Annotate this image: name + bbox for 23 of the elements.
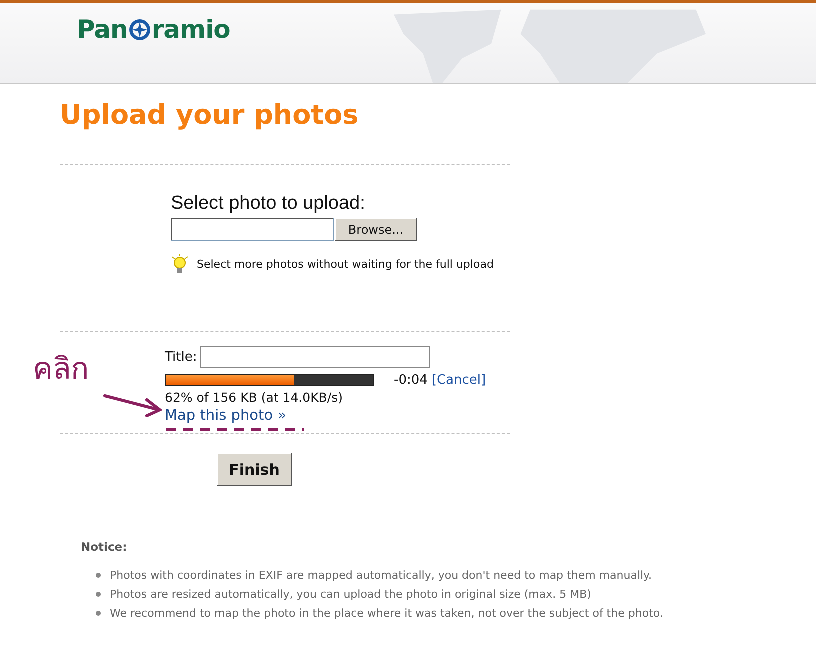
section-heading: Select photo to upload: — [171, 193, 366, 216]
notice-item: We recommend to map the photo in the place where it was taken, not over the subject of the photo. — [110, 607, 664, 620]
notice-heading: Notice: — [81, 540, 128, 554]
logo[interactable]: Pan ramio — [77, 15, 230, 44]
lightbulb-icon — [171, 254, 189, 274]
title-field[interactable] — [200, 346, 430, 368]
title-label: Title: — [165, 350, 198, 364]
notice-item: Photos with coordinates in EXIF are mapped automatically, you don't need to map them manually. — [110, 569, 652, 582]
notice-item: Photos are resized automatically, you can upload the photo in original size (max. 5 MB) — [110, 588, 592, 601]
upload-status: 62% of 156 KB (at 14.0KB/s) — [165, 390, 344, 405]
map-photo-link[interactable]: Map this photo » — [165, 408, 287, 424]
handwritten-note: คลิก — [33, 352, 89, 388]
hint-text: Select more photos without waiting for the full upload — [197, 258, 494, 270]
cancel-link[interactable]: [Cancel] — [432, 372, 486, 388]
bullet-icon — [96, 573, 101, 578]
page-title: Upload your photos — [60, 99, 360, 133]
arrow-icon — [103, 392, 163, 418]
browse-button[interactable]: Browse... — [335, 218, 417, 241]
bullet-icon — [96, 592, 101, 597]
time-remaining: -0:04 — [394, 372, 428, 388]
bullet-icon — [96, 611, 101, 616]
finish-button[interactable]: Finish — [217, 453, 292, 486]
file-path-field[interactable] — [171, 218, 334, 241]
